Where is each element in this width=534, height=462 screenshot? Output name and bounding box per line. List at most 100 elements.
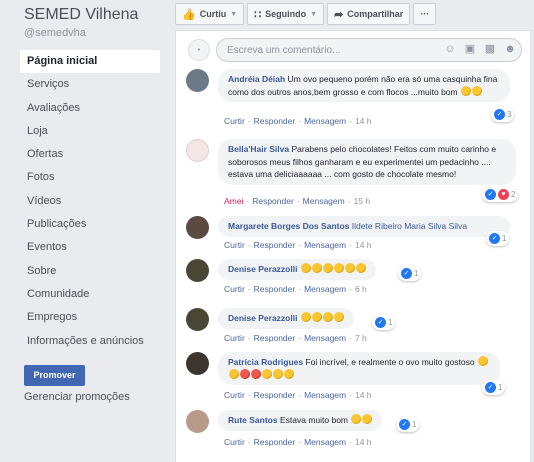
avatar[interactable] — [186, 308, 209, 331]
grin-emoji-icon — [311, 312, 322, 322]
message-link[interactable]: Mensagem — [304, 116, 346, 126]
sticker-icon[interactable]: ☻ — [504, 43, 516, 55]
avatar[interactable] — [186, 69, 209, 92]
like-link[interactable]: Curtir — [224, 284, 245, 294]
share-label: Compartilhar — [347, 9, 404, 19]
grin-emoji-icon — [322, 263, 333, 273]
reply-link[interactable]: Responder — [254, 390, 296, 400]
reply-link[interactable]: Responder — [254, 437, 296, 447]
caret-down-icon: ▼ — [230, 10, 238, 18]
page-handle[interactable]: @semedvha — [24, 27, 86, 39]
share-button[interactable]: ➦ Compartilhar — [327, 3, 411, 25]
avatar[interactable] — [186, 410, 209, 433]
avatar[interactable] — [186, 352, 209, 375]
reply-link[interactable]: Responder — [254, 240, 296, 250]
comment-author[interactable]: Rute Santos — [228, 415, 278, 425]
avatar[interactable] — [186, 139, 209, 162]
comments-panel: ● ☺ ▣ ▩ ☻ Andréia Déiah Um ovo pequeno p… — [175, 30, 531, 462]
reaction-count[interactable]: ✓ 1 — [396, 417, 420, 432]
reaction-count[interactable]: ✓ 1 — [486, 231, 510, 246]
comment-actions: Curtir · Responder · Mensagem · 14 h — [224, 240, 372, 250]
comment: Denise Perazzolli ✓ 1 Curtir · Responder · M… — [186, 259, 526, 299]
comment-author[interactable]: Bella'Hair Silva — [228, 144, 289, 154]
more-options-label: ··· — [420, 9, 430, 19]
nav-item-services[interactable]: Serviços — [20, 73, 160, 96]
nav-item-jobs[interactable]: Empregos — [20, 306, 160, 329]
reaction-count[interactable]: ✓ 3 — [491, 107, 515, 122]
like-link[interactable]: Curtir — [224, 240, 245, 250]
message-link[interactable]: Mensagem — [304, 333, 346, 343]
nav-item-community[interactable]: Comunidade — [20, 283, 160, 306]
grin-emoji-icon — [300, 312, 311, 322]
comment-author[interactable]: Patrícia Rodrigues — [228, 357, 303, 367]
camera-icon[interactable]: ▣ — [464, 43, 476, 55]
comment-bubble: Rute Santos Estava muito bom — [218, 410, 383, 431]
nav-item-info-ads[interactable]: Informações e anúncios — [20, 330, 160, 353]
reply-link[interactable]: Responder — [254, 284, 296, 294]
like-page-button[interactable]: 👍 Curtiu ▼ — [175, 3, 245, 25]
reaction-number: 1 — [414, 269, 419, 278]
mention-link[interactable]: Ildete Ribeiro Maria Silva Silva — [352, 221, 467, 231]
avatar[interactable] — [186, 259, 209, 282]
comment-author[interactable]: Andréia Déiah — [228, 74, 285, 84]
comment: Patrícia Rodrigues Foi incrível, e realm… — [186, 352, 526, 402]
like-reaction-icon: ✓ — [494, 109, 505, 120]
page-name[interactable]: SEMED Vilhena — [24, 6, 138, 24]
manage-promotions-link[interactable]: Gerenciar promoções — [24, 391, 130, 403]
message-link[interactable]: Mensagem — [304, 390, 346, 400]
like-link[interactable]: Curtir — [224, 333, 245, 343]
emoji-icon[interactable]: ☺ — [444, 43, 456, 55]
comment-author[interactable]: Denise Perazzolli — [228, 313, 297, 323]
message-link[interactable]: Mensagem — [304, 437, 346, 447]
comment-author[interactable]: Denise Perazzolli — [228, 264, 297, 274]
follow-button[interactable]: ∷ Seguindo ▼ — [247, 3, 325, 25]
gif-icon[interactable]: ▩ — [484, 43, 496, 55]
like-reaction-icon: ✓ — [401, 268, 412, 279]
comment-time[interactable]: 14 h — [355, 240, 372, 250]
avatar[interactable] — [186, 216, 209, 239]
rss-icon: ∷ — [254, 8, 262, 21]
nav-item-posts[interactable]: Publicações — [20, 213, 160, 236]
reaction-count[interactable]: ✓ 1 — [482, 380, 506, 395]
comment-actions: Curtir · Responder · Mensagem · 14 h — [224, 437, 372, 447]
comment-time[interactable]: 15 h — [354, 196, 371, 206]
message-link[interactable]: Mensagem — [303, 196, 345, 206]
like-link[interactable]: Curtir — [224, 437, 245, 447]
grin-emoji-icon — [300, 263, 311, 273]
nav-item-videos[interactable]: Vídeos — [20, 190, 160, 213]
comment-time[interactable]: 6 h — [355, 284, 367, 294]
love-link[interactable]: Amei — [224, 196, 243, 206]
comment-author[interactable]: Margarete Borges Dos Santos — [228, 221, 349, 231]
reply-link[interactable]: Responder — [254, 333, 296, 343]
comment-time[interactable]: 7 h — [355, 333, 367, 343]
like-reaction-icon: ✓ — [399, 419, 410, 430]
nav-item-events[interactable]: Eventos — [20, 236, 160, 259]
reaction-count[interactable]: ✓ 1 — [398, 266, 422, 281]
grin-emoji-icon — [262, 368, 272, 379]
reaction-count[interactable]: ✓ ♥ 2 — [482, 187, 519, 202]
nav-item-home[interactable]: Página inicial — [20, 50, 160, 74]
nav-item-photos[interactable]: Fotos — [20, 166, 160, 189]
message-link[interactable]: Mensagem — [304, 240, 346, 250]
comment-time[interactable]: 14 h — [355, 437, 372, 447]
nav-item-reviews[interactable]: Avaliações — [20, 97, 160, 120]
reaction-count[interactable]: ✓ 1 — [372, 315, 396, 330]
like-reaction-icon: ✓ — [489, 233, 500, 244]
reply-link[interactable]: Responder — [252, 196, 294, 206]
like-link[interactable]: Curtir — [224, 390, 245, 400]
nav-item-offers[interactable]: Ofertas — [20, 143, 160, 166]
promote-button[interactable]: Promover — [24, 365, 85, 386]
grin-emoji-icon — [351, 414, 362, 424]
reply-link[interactable]: Responder — [254, 116, 296, 126]
nav-item-shop[interactable]: Loja — [20, 120, 160, 143]
message-link[interactable]: Mensagem — [304, 284, 346, 294]
more-options-button[interactable]: ··· — [413, 3, 437, 25]
nav-item-about[interactable]: Sobre — [20, 260, 160, 283]
comment-time[interactable]: 14 h — [355, 116, 372, 126]
grin-emoji-icon — [273, 368, 283, 379]
grin-emoji-icon — [333, 312, 344, 322]
reaction-number: 1 — [502, 234, 507, 243]
grin-emoji-icon — [344, 263, 355, 273]
like-link[interactable]: Curtir — [224, 116, 245, 126]
comment-time[interactable]: 14 h — [355, 390, 372, 400]
